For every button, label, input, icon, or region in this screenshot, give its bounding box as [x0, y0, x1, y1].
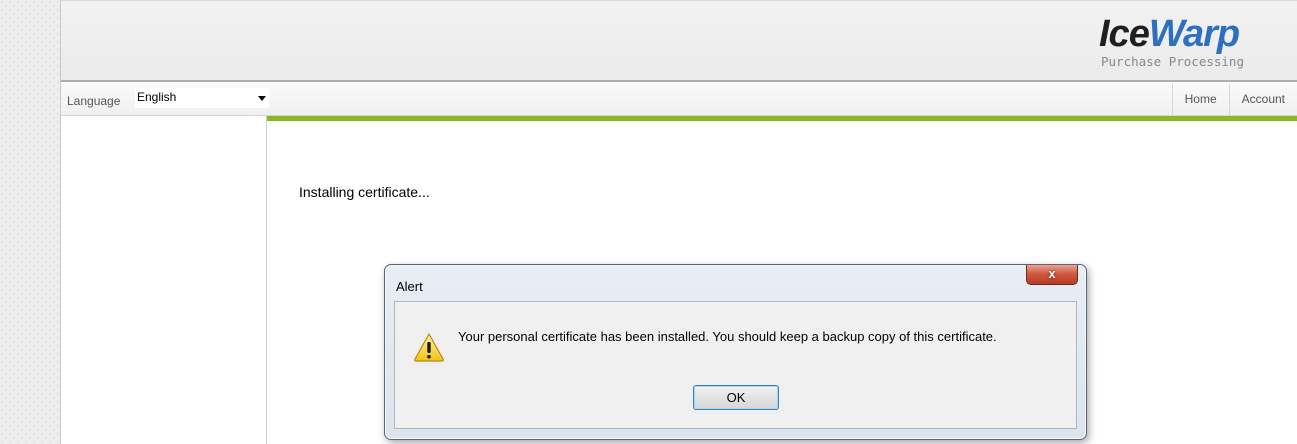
- language-select-value: English: [137, 90, 177, 104]
- warning-icon: [414, 333, 444, 362]
- nav-home-link[interactable]: Home: [1171, 84, 1229, 115]
- chevron-down-icon[interactable]: [258, 96, 266, 101]
- alert-dialog: Alert x Your personal certificate has be…: [384, 264, 1087, 440]
- status-message: Installing certificate...: [299, 184, 430, 200]
- ok-button[interactable]: OK: [693, 385, 779, 410]
- icewarp-logo: IceWarp Purchase Processing: [1099, 15, 1259, 69]
- logo-wordmark: IceWarp: [1099, 15, 1259, 53]
- logo-text-warp: Warp: [1148, 13, 1240, 55]
- header: IceWarp Purchase Processing: [61, 0, 1297, 82]
- dialog-body: Your personal certificate has been insta…: [394, 301, 1077, 429]
- language-label: Language: [67, 94, 121, 108]
- language-select[interactable]: English: [135, 88, 269, 108]
- dialog-title: Alert: [396, 279, 423, 294]
- sidebar: [61, 116, 267, 444]
- top-nav: Home Account: [1171, 84, 1297, 115]
- dialog-message: Your personal certificate has been insta…: [458, 329, 997, 344]
- browser-page: IceWarp Purchase Processing Language Eng…: [0, 0, 1297, 444]
- logo-subtitle: Purchase Processing: [1101, 54, 1244, 69]
- close-icon[interactable]: x: [1027, 265, 1077, 283]
- toolbar: Language English Home Account: [61, 84, 1297, 116]
- close-button[interactable]: x: [1026, 265, 1078, 285]
- logo-text-ice: Ice: [1099, 13, 1150, 55]
- nav-account-link[interactable]: Account: [1228, 84, 1297, 115]
